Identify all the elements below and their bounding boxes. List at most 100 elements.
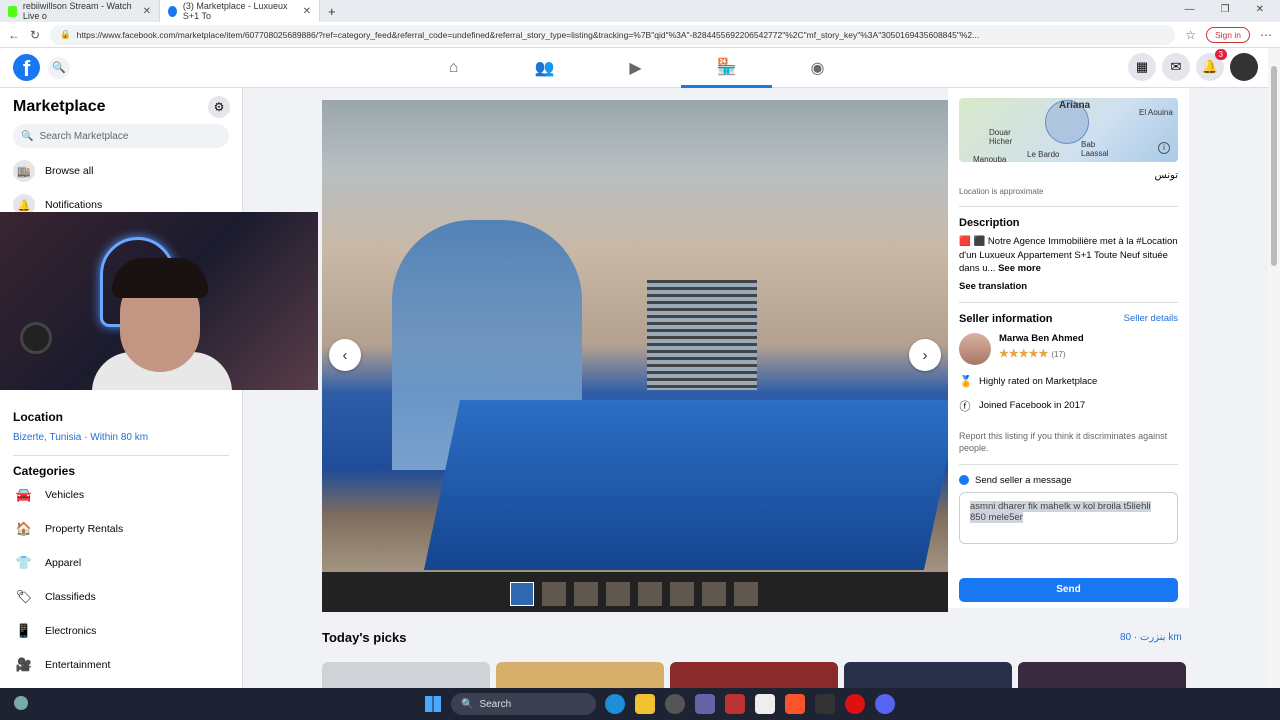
sidebar-item-browse-all[interactable]: 🏬 Browse all — [13, 154, 229, 188]
obs-icon[interactable] — [665, 694, 685, 714]
bell-icon: 🔔 — [1201, 59, 1219, 74]
new-tab-button[interactable]: + — [320, 0, 344, 22]
thumbnail[interactable] — [702, 582, 726, 606]
url-text: https://www.facebook.com/marketplace/ite… — [76, 29, 980, 40]
seller-details-link[interactable]: Seller details — [1124, 313, 1178, 324]
location-heading: Location — [13, 410, 63, 424]
report-listing-link[interactable]: Report this listing if you think it disc… — [959, 430, 1178, 465]
app-icon[interactable] — [725, 694, 745, 714]
tab-title: (3) Marketplace - Luxueux S+1 To — [182, 1, 288, 21]
video-icon[interactable]: ▶ — [590, 48, 681, 88]
search-input[interactable]: 🔍 Search Marketplace — [13, 124, 229, 148]
thumbnail[interactable] — [574, 582, 598, 606]
groups-icon[interactable]: ◉ — [772, 48, 863, 88]
microphone — [20, 322, 52, 354]
tab-rebiiwillson[interactable]: rebiiwillson Stream - Watch Live o ✕ — [0, 0, 160, 22]
pick-card[interactable] — [670, 662, 838, 688]
gear-icon[interactable]: ⚙ — [208, 96, 230, 118]
sign-in-button[interactable]: Sign in — [1206, 26, 1250, 43]
category-vehicles[interactable]: 🚘 Vehicles — [13, 478, 229, 512]
thumbnail[interactable] — [670, 582, 694, 606]
address-bar-row: ← ↻ 🔒 https://www.facebook.com/marketpla… — [0, 22, 1280, 48]
close-icon[interactable]: ✕ — [303, 6, 311, 17]
seller-name[interactable]: Marwa Ben Ahmed — [999, 333, 1084, 344]
seller-fact: 🏅 Highly rated on Marketplace — [959, 375, 1178, 388]
todays-picks-heading: Today's picks — [322, 630, 407, 645]
url-input[interactable]: 🔒 https://www.facebook.com/marketplace/i… — [50, 24, 1176, 45]
dc-icon[interactable] — [755, 694, 775, 714]
opera-icon[interactable] — [845, 694, 865, 714]
edge-icon[interactable] — [605, 694, 625, 714]
pick-card[interactable] — [844, 662, 1012, 688]
photo-thumbnails — [510, 582, 758, 606]
more-icon[interactable]: ⋯ — [1260, 28, 1272, 42]
map-label: Ariana — [1059, 100, 1091, 111]
discord-icon[interactable] — [875, 694, 895, 714]
scrollbar-thumb[interactable] — [1271, 66, 1277, 266]
location-link[interactable]: Bizerte, Tunisia · Within 80 km — [13, 432, 229, 456]
pool — [423, 400, 961, 570]
friends-icon[interactable]: 👥 — [499, 48, 590, 88]
thumbnail[interactable] — [638, 582, 662, 606]
category-label: Classifieds — [45, 591, 96, 603]
seller-fact: ⓕ Joined Facebook in 2017 — [959, 398, 1178, 414]
category-entertainment[interactable]: 🎥 Entertainment — [13, 648, 229, 682]
picks-location-link[interactable]: بنزرت · 80 km — [1120, 632, 1182, 643]
seller-card[interactable]: Marwa Ben Ahmed ★★★★★ (17) — [959, 332, 1178, 365]
windows-start-icon[interactable] — [425, 696, 441, 712]
home-icon[interactable]: ⌂ — [408, 48, 499, 88]
see-translation-link[interactable]: See translation — [959, 281, 1178, 303]
tab-marketplace[interactable]: (3) Marketplace - Luxueux S+1 To ✕ — [160, 0, 320, 22]
previous-photo-button[interactable]: ‹ — [329, 339, 361, 371]
thumbnail[interactable] — [542, 582, 566, 606]
pick-card[interactable] — [496, 662, 664, 688]
send-button[interactable]: Send — [959, 578, 1178, 602]
search-icon[interactable]: 🔍 — [48, 57, 70, 79]
close-window-icon[interactable]: ✕ — [1256, 4, 1264, 15]
messenger-icon[interactable]: ✉ — [1162, 53, 1190, 81]
phone-icon: 📱 — [15, 623, 33, 638]
facebook-logo[interactable]: f — [13, 54, 40, 81]
tab-title: rebiiwillson Stream - Watch Live o — [22, 1, 132, 21]
weather-icon[interactable] — [14, 696, 28, 710]
seller-avatar[interactable] — [959, 332, 991, 365]
category-apparel[interactable]: 👕 Apparel — [13, 546, 229, 580]
location-map[interactable]: Ariana El Aouina Douar Hicher Bab Laassa… — [959, 98, 1178, 164]
minimize-icon[interactable]: — — [1185, 4, 1195, 15]
pick-card[interactable] — [322, 662, 490, 688]
next-photo-button[interactable]: › — [909, 339, 941, 371]
messenger-icon — [959, 475, 969, 485]
search-icon: 🔍 — [461, 698, 474, 710]
avatar[interactable] — [1230, 53, 1258, 81]
categories-heading: Categories — [13, 464, 76, 478]
page-scrollbar[interactable] — [1268, 48, 1280, 688]
see-more-link[interactable]: See more — [998, 263, 1041, 274]
store-icon: 🏬 — [13, 160, 35, 182]
page-title: Marketplace — [13, 98, 106, 115]
thumbnail[interactable] — [734, 582, 758, 606]
star-icon[interactable]: ☆ — [1185, 28, 1196, 42]
notifications-button[interactable]: 🔔 3 — [1196, 49, 1227, 81]
brave-icon[interactable] — [785, 694, 805, 714]
info-icon[interactable]: i — [1158, 142, 1170, 154]
folder-icon[interactable] — [635, 694, 655, 714]
thumbnail[interactable] — [606, 582, 630, 606]
close-icon[interactable]: ✕ — [143, 6, 151, 17]
refresh-icon[interactable]: ↻ — [30, 28, 40, 42]
category-classifieds[interactable]: 🏷 Classifieds — [13, 580, 229, 614]
marketplace-icon[interactable]: 🏪 — [681, 48, 772, 88]
thumbnail[interactable] — [510, 582, 534, 606]
teams-icon[interactable] — [695, 694, 715, 714]
category-property-rentals[interactable]: 🏠 Property Rentals — [13, 512, 229, 546]
back-icon[interactable]: ← — [8, 28, 20, 42]
restore-icon[interactable]: ❐ — [1221, 4, 1230, 15]
map-label: Manouba — [973, 155, 1007, 164]
steam-icon[interactable] — [815, 694, 835, 714]
message-input[interactable]: asmni dharer fik mahelk w kol broila t5l… — [959, 491, 1178, 544]
taskbar-search[interactable]: 🔍 Search — [451, 693, 596, 715]
map-label: Bab Laassal — [1081, 140, 1109, 158]
category-electronics[interactable]: 📱 Electronics — [13, 614, 229, 648]
menu-grid-icon[interactable]: ▦ — [1128, 53, 1156, 81]
star-rating: ★★★★★ (17) — [999, 347, 1084, 360]
pick-card[interactable] — [1018, 662, 1186, 688]
